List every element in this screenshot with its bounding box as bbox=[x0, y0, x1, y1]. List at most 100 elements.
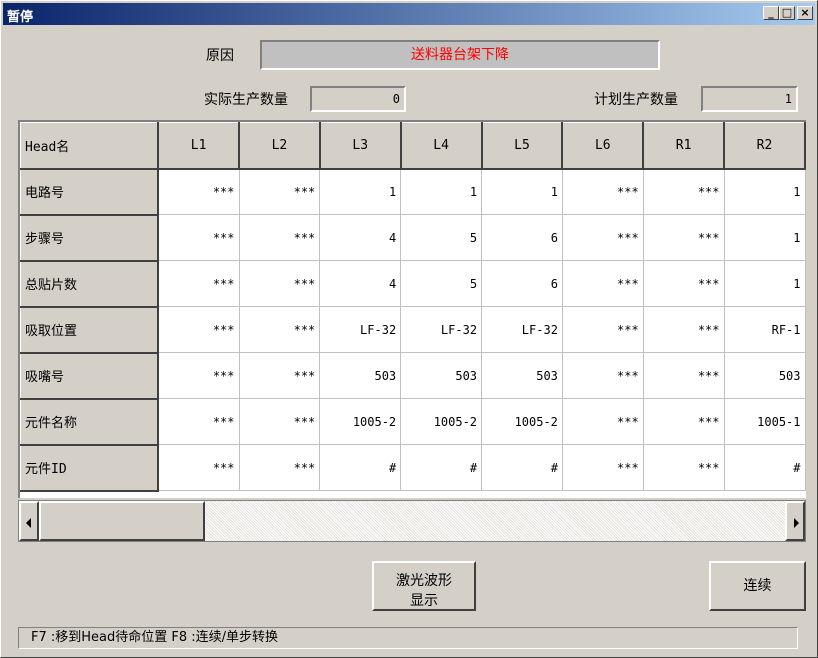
scroll-right-button[interactable] bbox=[785, 501, 805, 541]
table-cell[interactable]: # bbox=[400, 444, 483, 491]
planned-count-field: 1 bbox=[701, 86, 798, 112]
laser-waveform-button[interactable]: 激光波形 显示 bbox=[372, 561, 476, 611]
table-cell[interactable]: *** bbox=[643, 398, 725, 445]
table-row: 吸取位置 *** *** LF-32 LF-32 LF-32 *** *** RF-1 bbox=[20, 306, 806, 354]
table-cell[interactable]: 503 bbox=[724, 352, 806, 399]
arrow-right-icon bbox=[794, 518, 799, 528]
table-cell[interactable]: *** bbox=[562, 306, 644, 353]
table-cell[interactable]: *** bbox=[239, 444, 321, 491]
close-button[interactable]: × bbox=[797, 6, 813, 20]
continue-button[interactable]: 连续 bbox=[709, 561, 806, 611]
actual-count-field: 0 bbox=[310, 86, 406, 112]
table-cell[interactable]: *** bbox=[158, 352, 240, 399]
window-title: 暂停 bbox=[7, 10, 34, 25]
table-cell[interactable]: *** bbox=[158, 260, 240, 307]
table-cell[interactable]: *** bbox=[158, 168, 240, 215]
table-cell[interactable]: *** bbox=[643, 306, 725, 353]
table-cell[interactable]: LF-32 bbox=[400, 306, 483, 353]
title-bar[interactable]: 暂停 _ □ × bbox=[3, 3, 815, 25]
table-cell[interactable]: *** bbox=[239, 306, 321, 353]
table-cell[interactable]: 503 bbox=[400, 352, 483, 399]
table-cell[interactable]: 1 bbox=[724, 214, 806, 261]
table-cell[interactable]: *** bbox=[562, 260, 644, 307]
maximize-button[interactable]: □ bbox=[779, 6, 795, 20]
table-row: 元件ID *** *** # # # *** *** # bbox=[20, 444, 806, 492]
table-cell[interactable]: 1005-1 bbox=[724, 398, 806, 445]
table-cell[interactable]: 503 bbox=[481, 352, 563, 399]
row-header: 元件ID bbox=[20, 444, 160, 492]
column-header[interactable]: L4 bbox=[400, 122, 483, 170]
table-cell[interactable]: *** bbox=[239, 398, 321, 445]
table-cell[interactable]: 1005-2 bbox=[481, 398, 563, 445]
table-cell[interactable]: *** bbox=[239, 260, 321, 307]
table-cell[interactable]: *** bbox=[158, 306, 240, 353]
table-cell[interactable]: 1005-2 bbox=[319, 398, 402, 445]
table-cell[interactable]: 1005-2 bbox=[400, 398, 483, 445]
table-row: 总贴片数 *** *** 4 5 6 *** *** 1 bbox=[20, 260, 806, 308]
column-header[interactable]: L6 bbox=[561, 122, 645, 170]
table-cell[interactable]: 1 bbox=[724, 168, 806, 215]
table-cell[interactable]: # bbox=[724, 444, 806, 491]
pause-dialog: 暂停 _ □ × 原因 送料器台架下降 实际生产数量 0 计划生产数量 1 He… bbox=[0, 0, 818, 658]
table-cell[interactable]: *** bbox=[158, 398, 240, 445]
horizontal-scrollbar[interactable] bbox=[18, 500, 806, 542]
table-cell[interactable]: # bbox=[481, 444, 563, 491]
status-bar: F7 :移到Head待命位置 F8 :连续/单步转换 bbox=[18, 627, 798, 649]
table-cell[interactable]: 1 bbox=[400, 168, 483, 215]
row-header: 元件名称 bbox=[20, 398, 160, 446]
row-header: 吸嘴号 bbox=[20, 352, 160, 400]
table-cell[interactable]: *** bbox=[643, 168, 725, 215]
planned-count-label: 计划生产数量 bbox=[594, 92, 678, 108]
row-header: 吸取位置 bbox=[20, 306, 160, 354]
table-cell[interactable]: *** bbox=[643, 260, 725, 307]
table-cell[interactable]: 6 bbox=[481, 260, 563, 307]
laser-waveform-label-line1: 激光波形 bbox=[396, 573, 452, 589]
head-status-grid: Head名 L1 L2 L3 L4 L5 L6 R1 R2 电路号 *** *** 1 1 1 *** *** 1… bbox=[18, 120, 806, 498]
table-cell[interactable]: RF-1 bbox=[724, 306, 806, 353]
table-cell[interactable]: 5 bbox=[400, 214, 483, 261]
row-header: 电路号 bbox=[20, 168, 160, 216]
reason-label: 原因 bbox=[206, 48, 234, 64]
reason-field: 送料器台架下降 bbox=[260, 40, 660, 70]
table-row: 元件名称 *** *** 1005-2 1005-2 1005-2 *** *** 1005-1 bbox=[20, 398, 806, 446]
actual-count-label: 实际生产数量 bbox=[204, 92, 288, 108]
table-cell[interactable]: *** bbox=[239, 214, 321, 261]
table-cell[interactable]: *** bbox=[239, 168, 321, 215]
table-cell[interactable]: 6 bbox=[481, 214, 563, 261]
table-row: 吸嘴号 *** *** 503 503 503 *** *** 503 bbox=[20, 352, 806, 400]
column-header[interactable]: R1 bbox=[642, 122, 726, 170]
table-cell[interactable]: 503 bbox=[319, 352, 402, 399]
table-cell[interactable]: *** bbox=[562, 168, 644, 215]
column-header[interactable]: L5 bbox=[481, 122, 564, 170]
row-header: 总贴片数 bbox=[20, 260, 160, 308]
table-cell[interactable]: *** bbox=[562, 398, 644, 445]
minimize-button[interactable]: _ bbox=[763, 6, 779, 20]
laser-waveform-label-line2: 显示 bbox=[410, 593, 438, 609]
table-cell[interactable]: 1 bbox=[724, 260, 806, 307]
table-cell[interactable]: *** bbox=[158, 214, 240, 261]
table-cell[interactable]: 5 bbox=[400, 260, 483, 307]
column-header[interactable]: L2 bbox=[238, 122, 321, 170]
table-cell[interactable]: *** bbox=[643, 444, 725, 491]
table-cell[interactable]: *** bbox=[643, 352, 725, 399]
table-cell[interactable]: *** bbox=[562, 352, 644, 399]
arrow-left-icon bbox=[26, 518, 31, 528]
scroll-thumb[interactable] bbox=[39, 501, 205, 541]
table-cell[interactable]: 4 bbox=[319, 260, 402, 307]
table-cell[interactable]: LF-32 bbox=[319, 306, 402, 353]
table-cell[interactable]: 1 bbox=[481, 168, 563, 215]
table-cell[interactable]: *** bbox=[239, 352, 321, 399]
column-header[interactable]: L3 bbox=[319, 122, 402, 170]
table-row: 步骤号 *** *** 4 5 6 *** *** 1 bbox=[20, 214, 806, 262]
table-cell[interactable]: *** bbox=[158, 444, 240, 491]
column-header[interactable]: L1 bbox=[157, 122, 240, 170]
column-header[interactable]: R2 bbox=[723, 122, 806, 170]
table-cell[interactable]: 1 bbox=[319, 168, 402, 215]
table-cell[interactable]: *** bbox=[643, 214, 725, 261]
table-cell[interactable]: LF-32 bbox=[481, 306, 563, 353]
table-cell[interactable]: *** bbox=[562, 214, 644, 261]
table-cell[interactable]: # bbox=[319, 444, 402, 491]
scroll-left-button[interactable] bbox=[19, 501, 39, 541]
table-cell[interactable]: 4 bbox=[319, 214, 402, 261]
table-cell[interactable]: *** bbox=[562, 444, 644, 491]
